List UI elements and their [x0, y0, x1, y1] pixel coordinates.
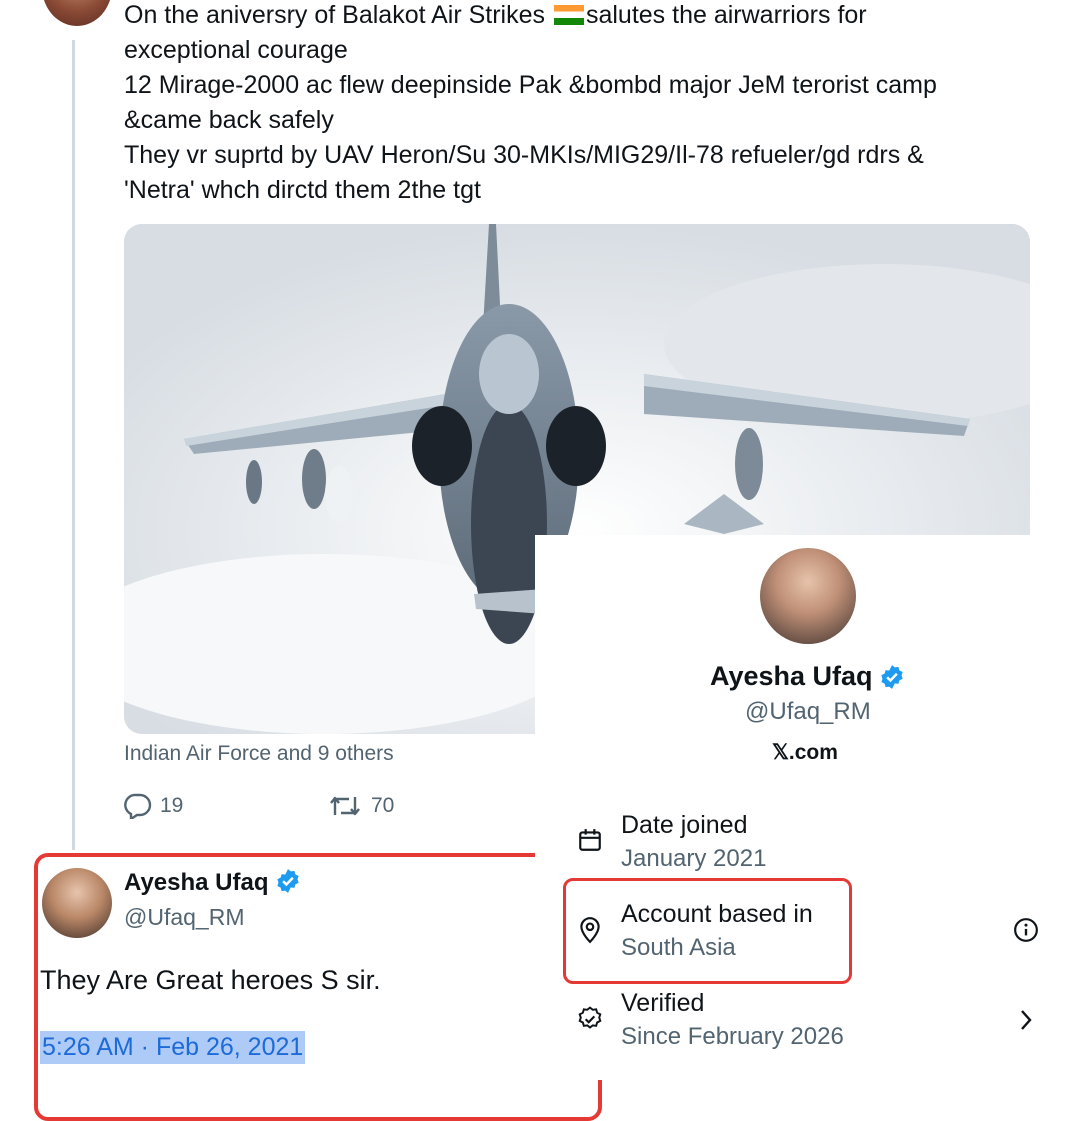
retweet-count: 70	[371, 794, 395, 817]
verified-outline-icon	[578, 1006, 602, 1029]
tweet-line: salutes the airwarriors for	[585, 1, 867, 29]
tagged-users[interactable]: Indian Air Force and 9 others	[124, 742, 394, 766]
author-avatar[interactable]	[42, 0, 112, 26]
retweet-button[interactable]: 70	[327, 793, 394, 819]
reply-author-name[interactable]: Ayesha Ufaq	[124, 868, 301, 897]
profile-name-text: Ayesha Ufaq	[710, 661, 873, 691]
reply-text: They Are Great heroes S sir.	[40, 965, 381, 995]
tweet-line: On the aniversry of Balakot Air Strikes	[124, 1, 546, 29]
reply-avatar[interactable]	[42, 868, 112, 938]
retweet-icon	[330, 796, 360, 816]
reply-icon	[124, 793, 152, 819]
calendar-icon	[579, 829, 601, 851]
profile-name: Ayesha Ufaq	[710, 661, 905, 692]
account-based-in-value: South Asia	[621, 934, 736, 961]
verified-title: Verified	[621, 989, 705, 1017]
info-icon[interactable]	[1013, 917, 1039, 943]
tweet-line: 12 Mirage-2000 ac flew deepinside Pak &b…	[124, 71, 937, 99]
location-highlight-box	[563, 878, 852, 984]
thread-line	[72, 40, 75, 850]
reply-button[interactable]: 19	[124, 793, 183, 819]
date-joined-title: Date joined	[621, 811, 748, 839]
chevron-right-icon[interactable]	[1016, 1007, 1036, 1033]
reply-author-name-text: Ayesha Ufaq	[124, 869, 269, 896]
tweet-line: 'Netra' whch dirctd them 2the tgt	[124, 176, 481, 204]
tweet-line: &came back safely	[124, 106, 334, 134]
tweet-text: On the aniversry of Balakot Air Strikes …	[124, 0, 1024, 208]
account-based-in-title: Account based in	[621, 900, 813, 928]
india-flag-emoji	[553, 5, 584, 25]
reply-author-handle[interactable]: @Ufaq_RM	[124, 904, 245, 931]
location-pin-icon	[580, 917, 600, 944]
tweet-line: exceptional courage	[124, 36, 348, 64]
x-logo-icon: 𝕏	[772, 741, 789, 764]
site-label: 𝕏.com	[772, 740, 838, 765]
profile-handle: @Ufaq_RM	[745, 698, 871, 725]
date-joined-value: January 2021	[621, 845, 767, 872]
verified-value: Since February 2026	[621, 1023, 844, 1050]
reply-timestamp[interactable]: 5:26 AM · Feb 26, 2021	[40, 1031, 306, 1064]
verified-badge-icon	[880, 664, 903, 689]
tweet-line: They vr suprtd by UAV Heron/Su 30-MKIs/M…	[124, 141, 924, 169]
reply-count: 19	[160, 794, 184, 817]
verified-badge-icon	[277, 869, 299, 893]
site-label-text: .com	[788, 741, 838, 764]
profile-avatar[interactable]	[760, 548, 856, 644]
